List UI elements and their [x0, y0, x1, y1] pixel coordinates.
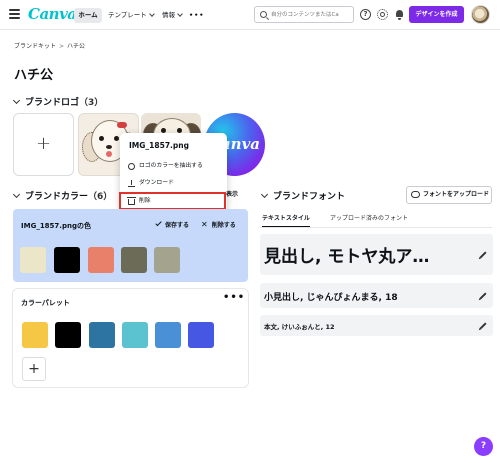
dog-tongue [106, 151, 112, 157]
color-palette-card: カラーパレット ••• + [13, 289, 248, 387]
more-options-icon[interactable]: ••• [223, 292, 245, 303]
close-icon: ✕ [201, 220, 208, 229]
color-swatch[interactable] [20, 247, 46, 273]
pencil-icon[interactable] [479, 251, 487, 259]
brand-logos-title: ブランドロゴ [25, 98, 80, 108]
nav-more[interactable]: ••• [189, 8, 204, 23]
brand-fonts-heading[interactable]: ブランドフォント [260, 189, 346, 202]
gear-icon[interactable] [377, 9, 388, 20]
color-swatch[interactable] [154, 247, 180, 273]
font-style-body[interactable]: 本文, けいふぉんと, 12 [260, 315, 493, 336]
download-label: ダウンロード [139, 180, 174, 186]
nav-templates-label: テンプレート [108, 11, 147, 19]
chevron-down-icon [260, 190, 269, 199]
subheading-style-label: 小見出し, じゃんぴょんまる, 18 [264, 293, 398, 303]
show-button[interactable]: 表示 [226, 189, 238, 198]
cloud-upload-icon [411, 191, 420, 198]
dog-nose [106, 145, 112, 149]
color-swatch[interactable] [88, 247, 114, 273]
breadcrumb-current: ハチ公 [67, 43, 86, 50]
brand-colors-title: ブランドカラー [25, 192, 89, 202]
upload-font-label: フォントをアップロード [423, 191, 490, 198]
top-bar: Canva ホーム テンプレート 情報 ••• ? デザインを作成 [0, 0, 500, 30]
delete-highlight-box [119, 192, 226, 210]
brand-fonts-title: ブランドフォント [273, 192, 346, 202]
extracted-colors-card: IMG_1857.pngの色 保存する ✕ 削除する [13, 209, 248, 282]
color-swatch[interactable] [188, 322, 214, 348]
brand-colors-heading[interactable]: ブランドカラー（6） [12, 189, 113, 202]
color-swatch[interactable] [155, 322, 181, 348]
brand-logos-heading[interactable]: ブランドロゴ（3） [12, 95, 104, 108]
pencil-icon[interactable] [479, 292, 487, 300]
create-design-button[interactable]: デザインを作成 [409, 6, 464, 23]
chevron-down-icon [12, 96, 21, 105]
font-style-heading[interactable]: 見出し, モトヤ丸ア… [260, 234, 493, 275]
chevron-down-icon [148, 10, 155, 17]
heading-style-label: 見出し, モトヤ丸ア… [264, 247, 430, 267]
save-colors-label: 保存する [165, 222, 190, 229]
extract-colors-menu-item[interactable]: ロゴのカラーを抽出する [125, 159, 224, 173]
breadcrumb-root[interactable]: ブランドキット [14, 43, 56, 50]
pencil-icon[interactable] [479, 322, 487, 330]
add-color-button[interactable]: + [22, 357, 46, 381]
bell-icon[interactable] [394, 9, 405, 20]
nav-info-label: 情報 [162, 11, 175, 19]
tab-text-styles[interactable]: テキストスタイル [262, 213, 310, 227]
check-icon [155, 219, 162, 227]
avatar[interactable] [471, 5, 490, 24]
body-style-label: 本文, けいふぉんと, 12 [264, 323, 335, 331]
delete-colors-button[interactable]: ✕ 削除する [201, 220, 236, 229]
color-swatch[interactable] [122, 322, 148, 348]
breadcrumb-separator: > [59, 43, 65, 50]
download-menu-item[interactable]: ダウンロード [125, 176, 224, 190]
menu-icon[interactable] [9, 9, 20, 19]
page-title: ハチ公 [14, 68, 54, 83]
brand-logos-count: （3） [79, 98, 104, 108]
nav-templates[interactable]: テンプレート [108, 8, 155, 23]
extract-colors-label: ロゴのカラーを抽出する [139, 163, 203, 169]
search-icon [260, 11, 267, 18]
search-box[interactable] [254, 6, 354, 23]
color-swatch[interactable] [89, 322, 115, 348]
color-swatch[interactable] [22, 322, 48, 348]
chevron-down-icon [12, 190, 21, 199]
download-icon [128, 179, 135, 187]
color-palette-title: カラーパレット [21, 299, 70, 307]
color-swatch[interactable] [55, 322, 81, 348]
extracted-colors-title: IMG_1857.pngの色 [21, 222, 91, 230]
bow-icon [117, 122, 127, 128]
color-swatch[interactable] [54, 247, 80, 273]
tab-uploaded-fonts[interactable]: アップロード済みのフォント [330, 213, 408, 222]
add-logo-button[interactable]: + [13, 113, 74, 176]
help-button[interactable]: ? [474, 437, 493, 456]
context-menu-title: IMG_1857.png [129, 141, 189, 150]
help-icon[interactable]: ? [360, 9, 371, 20]
palette-icon [128, 162, 135, 170]
nav-home[interactable]: ホーム [74, 8, 102, 23]
delete-colors-label: 削除する [211, 222, 236, 229]
upload-font-button[interactable]: フォントをアップロード [406, 186, 492, 204]
canva-logo[interactable]: Canva [28, 5, 77, 23]
dog-eye [99, 136, 104, 141]
search-input[interactable] [271, 9, 351, 20]
save-colors-button[interactable]: 保存する [155, 219, 190, 229]
brand-colors-count: （6） [88, 192, 113, 202]
tabs-divider [260, 227, 492, 228]
dog-eye [114, 136, 119, 141]
font-style-subheading[interactable]: 小見出し, じゃんぴょんまる, 18 [260, 283, 493, 308]
breadcrumb: ブランドキット > ハチ公 [14, 41, 85, 50]
nav-info[interactable]: 情報 [162, 8, 183, 23]
chevron-down-icon [177, 10, 183, 17]
color-swatch[interactable] [121, 247, 147, 273]
